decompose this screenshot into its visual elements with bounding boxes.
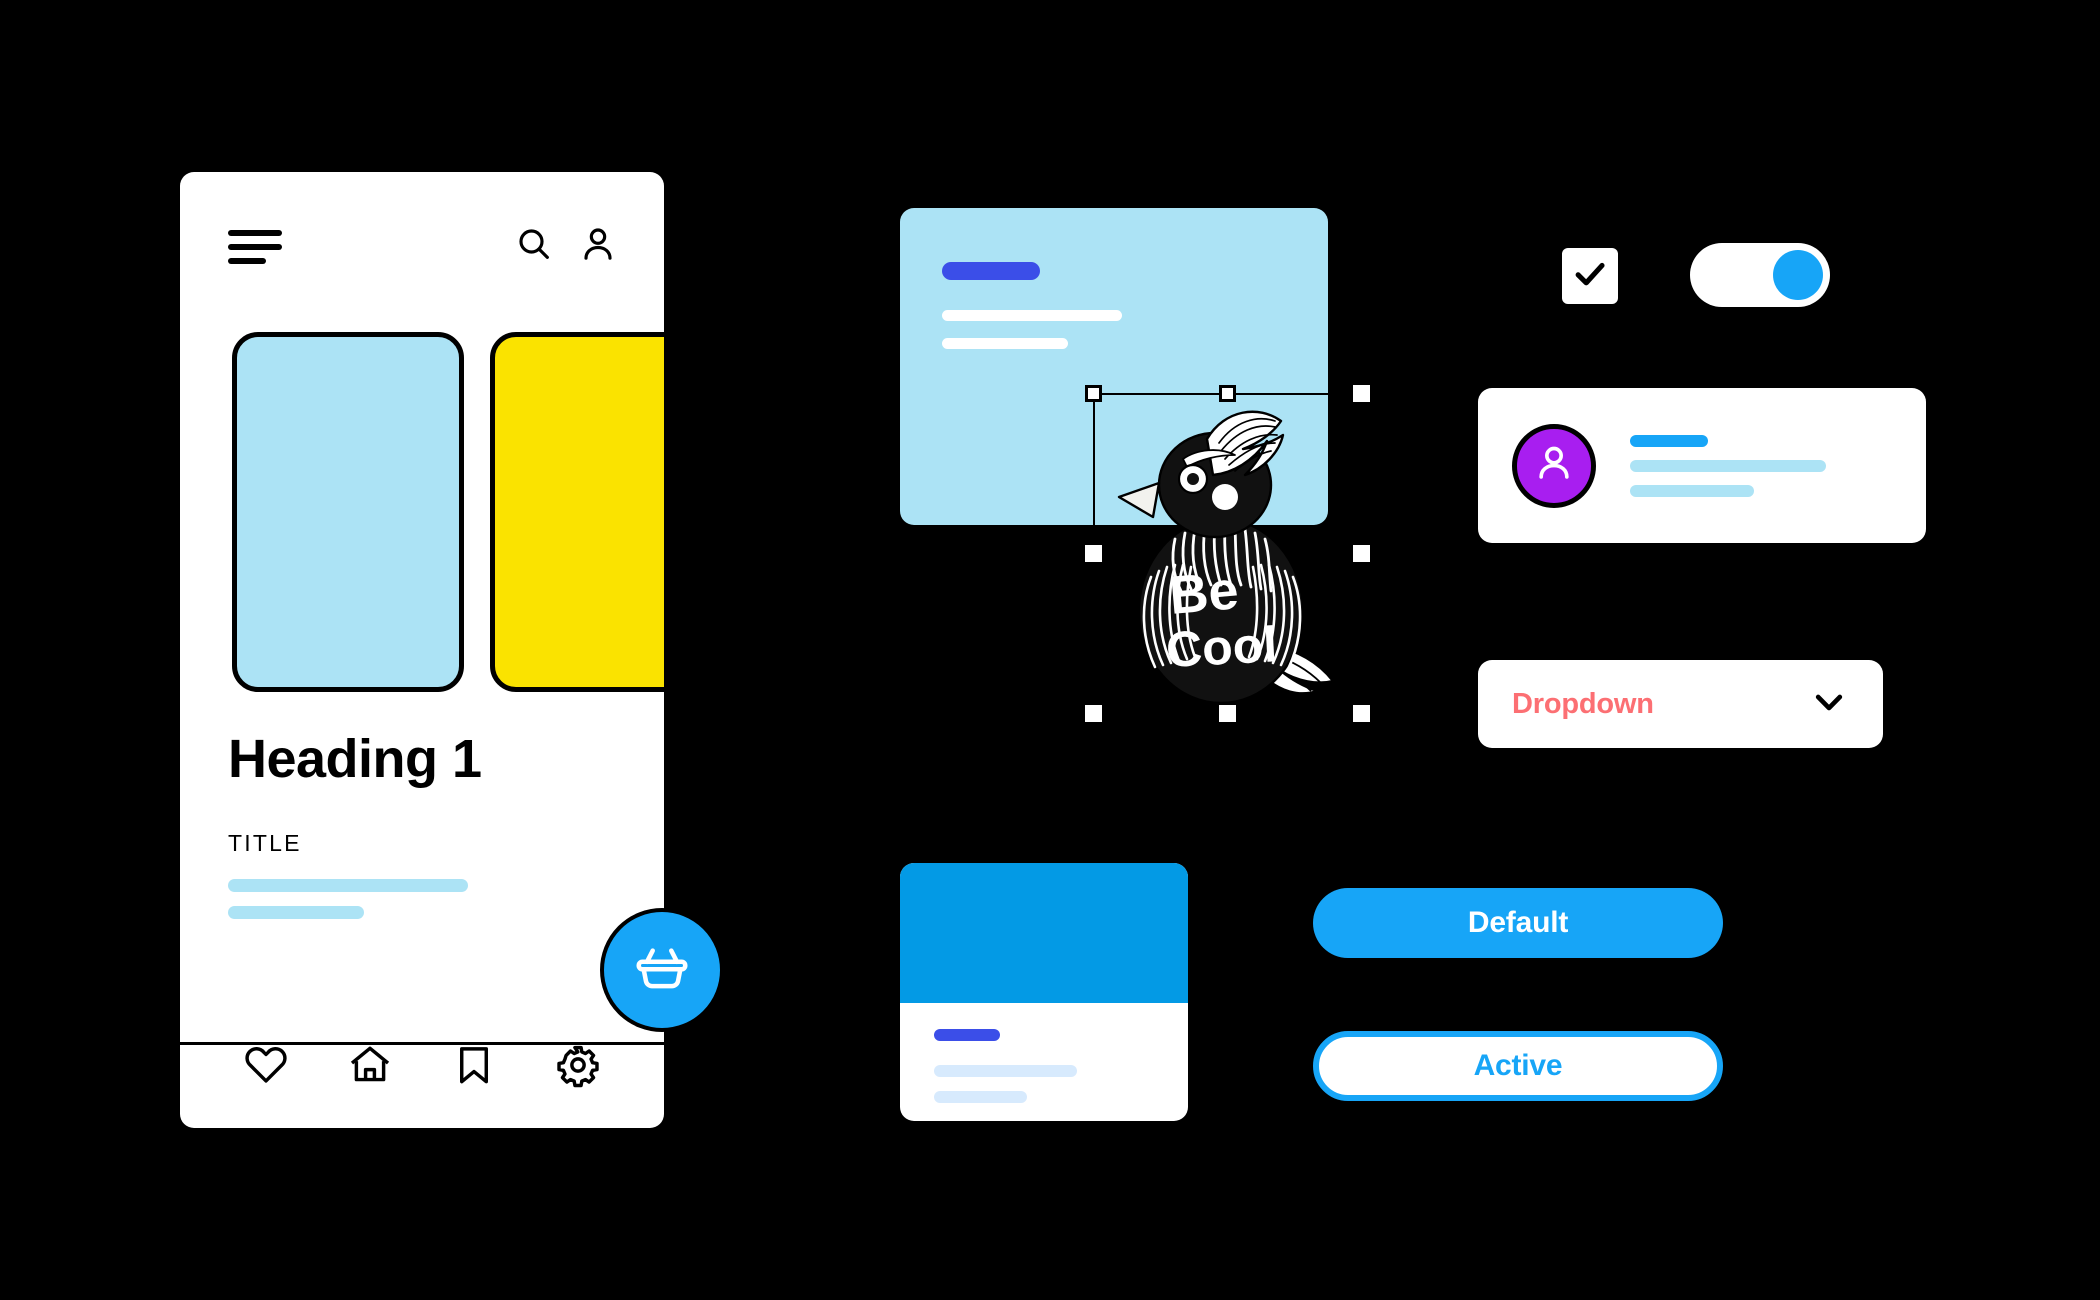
dropdown-label: Dropdown bbox=[1512, 687, 1654, 720]
shopping-basket-fab[interactable] bbox=[600, 908, 724, 1032]
phone-mockup: Heading 1 TITLE bbox=[180, 172, 664, 1128]
selection-handle-bottom-right[interactable] bbox=[1353, 705, 1370, 722]
profile-text-line bbox=[1630, 484, 1754, 497]
selection-handle-top-right[interactable] bbox=[1353, 385, 1370, 402]
default-button[interactable]: Default bbox=[1313, 888, 1723, 958]
checkbox-checked[interactable] bbox=[1562, 248, 1618, 304]
text-placeholder-line bbox=[228, 879, 468, 892]
product-card-blue[interactable] bbox=[232, 332, 464, 692]
hero-card-title-pill bbox=[942, 262, 1040, 280]
media-card-image bbox=[900, 863, 1188, 1003]
heart-icon[interactable] bbox=[243, 1042, 289, 1088]
active-button[interactable]: Active bbox=[1313, 1031, 1723, 1101]
dropdown-select[interactable]: Dropdown bbox=[1478, 660, 1883, 748]
profile-text-line bbox=[1630, 459, 1826, 472]
selection-handle-middle-right[interactable] bbox=[1353, 545, 1370, 562]
top-bar-actions bbox=[514, 224, 618, 264]
profile-name-placeholder bbox=[1630, 434, 1708, 447]
home-icon[interactable] bbox=[347, 1042, 393, 1088]
product-card-yellow[interactable] bbox=[490, 332, 664, 692]
selection-handle-top-left[interactable] bbox=[1085, 385, 1102, 402]
selection-handle-middle-left[interactable] bbox=[1085, 545, 1102, 562]
gear-icon[interactable] bbox=[555, 1042, 601, 1088]
profile-text-lines bbox=[1630, 434, 1892, 497]
toggle-knob bbox=[1773, 250, 1823, 300]
selection-handle-bottom-center[interactable] bbox=[1219, 705, 1236, 722]
avatar bbox=[1512, 423, 1596, 508]
phone-content: Heading 1 TITLE bbox=[228, 732, 624, 933]
profile-card[interactable] bbox=[1478, 388, 1926, 543]
media-card-body bbox=[900, 1003, 1188, 1103]
selection-handle-bottom-left[interactable] bbox=[1085, 705, 1102, 722]
phone-top-bar bbox=[180, 172, 664, 316]
text-placeholder-line bbox=[228, 906, 364, 919]
hero-card-text-line bbox=[942, 310, 1122, 321]
user-avatar-icon bbox=[1532, 441, 1576, 490]
toggle-switch-on[interactable] bbox=[1690, 243, 1830, 307]
shopping-basket-icon bbox=[631, 937, 693, 1004]
media-card-text-line bbox=[934, 1065, 1077, 1077]
section-title-label: TITLE bbox=[228, 830, 302, 856]
media-card[interactable] bbox=[900, 863, 1188, 1121]
hero-card-text-line bbox=[942, 338, 1068, 349]
page-title: Heading 1 bbox=[228, 729, 482, 789]
bottom-navigation-bar bbox=[180, 1042, 664, 1088]
media-card-title-pill bbox=[934, 1029, 1000, 1041]
bookmark-icon[interactable] bbox=[451, 1042, 497, 1088]
user-account-icon[interactable] bbox=[578, 224, 618, 264]
search-icon[interactable] bbox=[514, 224, 554, 264]
selection-bounding-line-left bbox=[1093, 393, 1095, 553]
selection-handle-top-center[interactable] bbox=[1219, 385, 1236, 402]
bird-lettering-line2: Cool bbox=[1165, 616, 1279, 678]
bird-illustration-selection[interactable]: Be Cool bbox=[1085, 385, 1370, 785]
media-card-text-line bbox=[934, 1091, 1027, 1103]
hamburger-menu-icon[interactable] bbox=[228, 230, 282, 264]
product-card-row bbox=[232, 332, 664, 692]
checkmark-icon bbox=[1571, 255, 1609, 298]
design-system-canvas: Heading 1 TITLE Be Cool Dropdown Default… bbox=[0, 0, 2100, 1300]
bird-lettering-line1: Be bbox=[1167, 560, 1241, 626]
chevron-down-icon[interactable] bbox=[1809, 682, 1849, 727]
